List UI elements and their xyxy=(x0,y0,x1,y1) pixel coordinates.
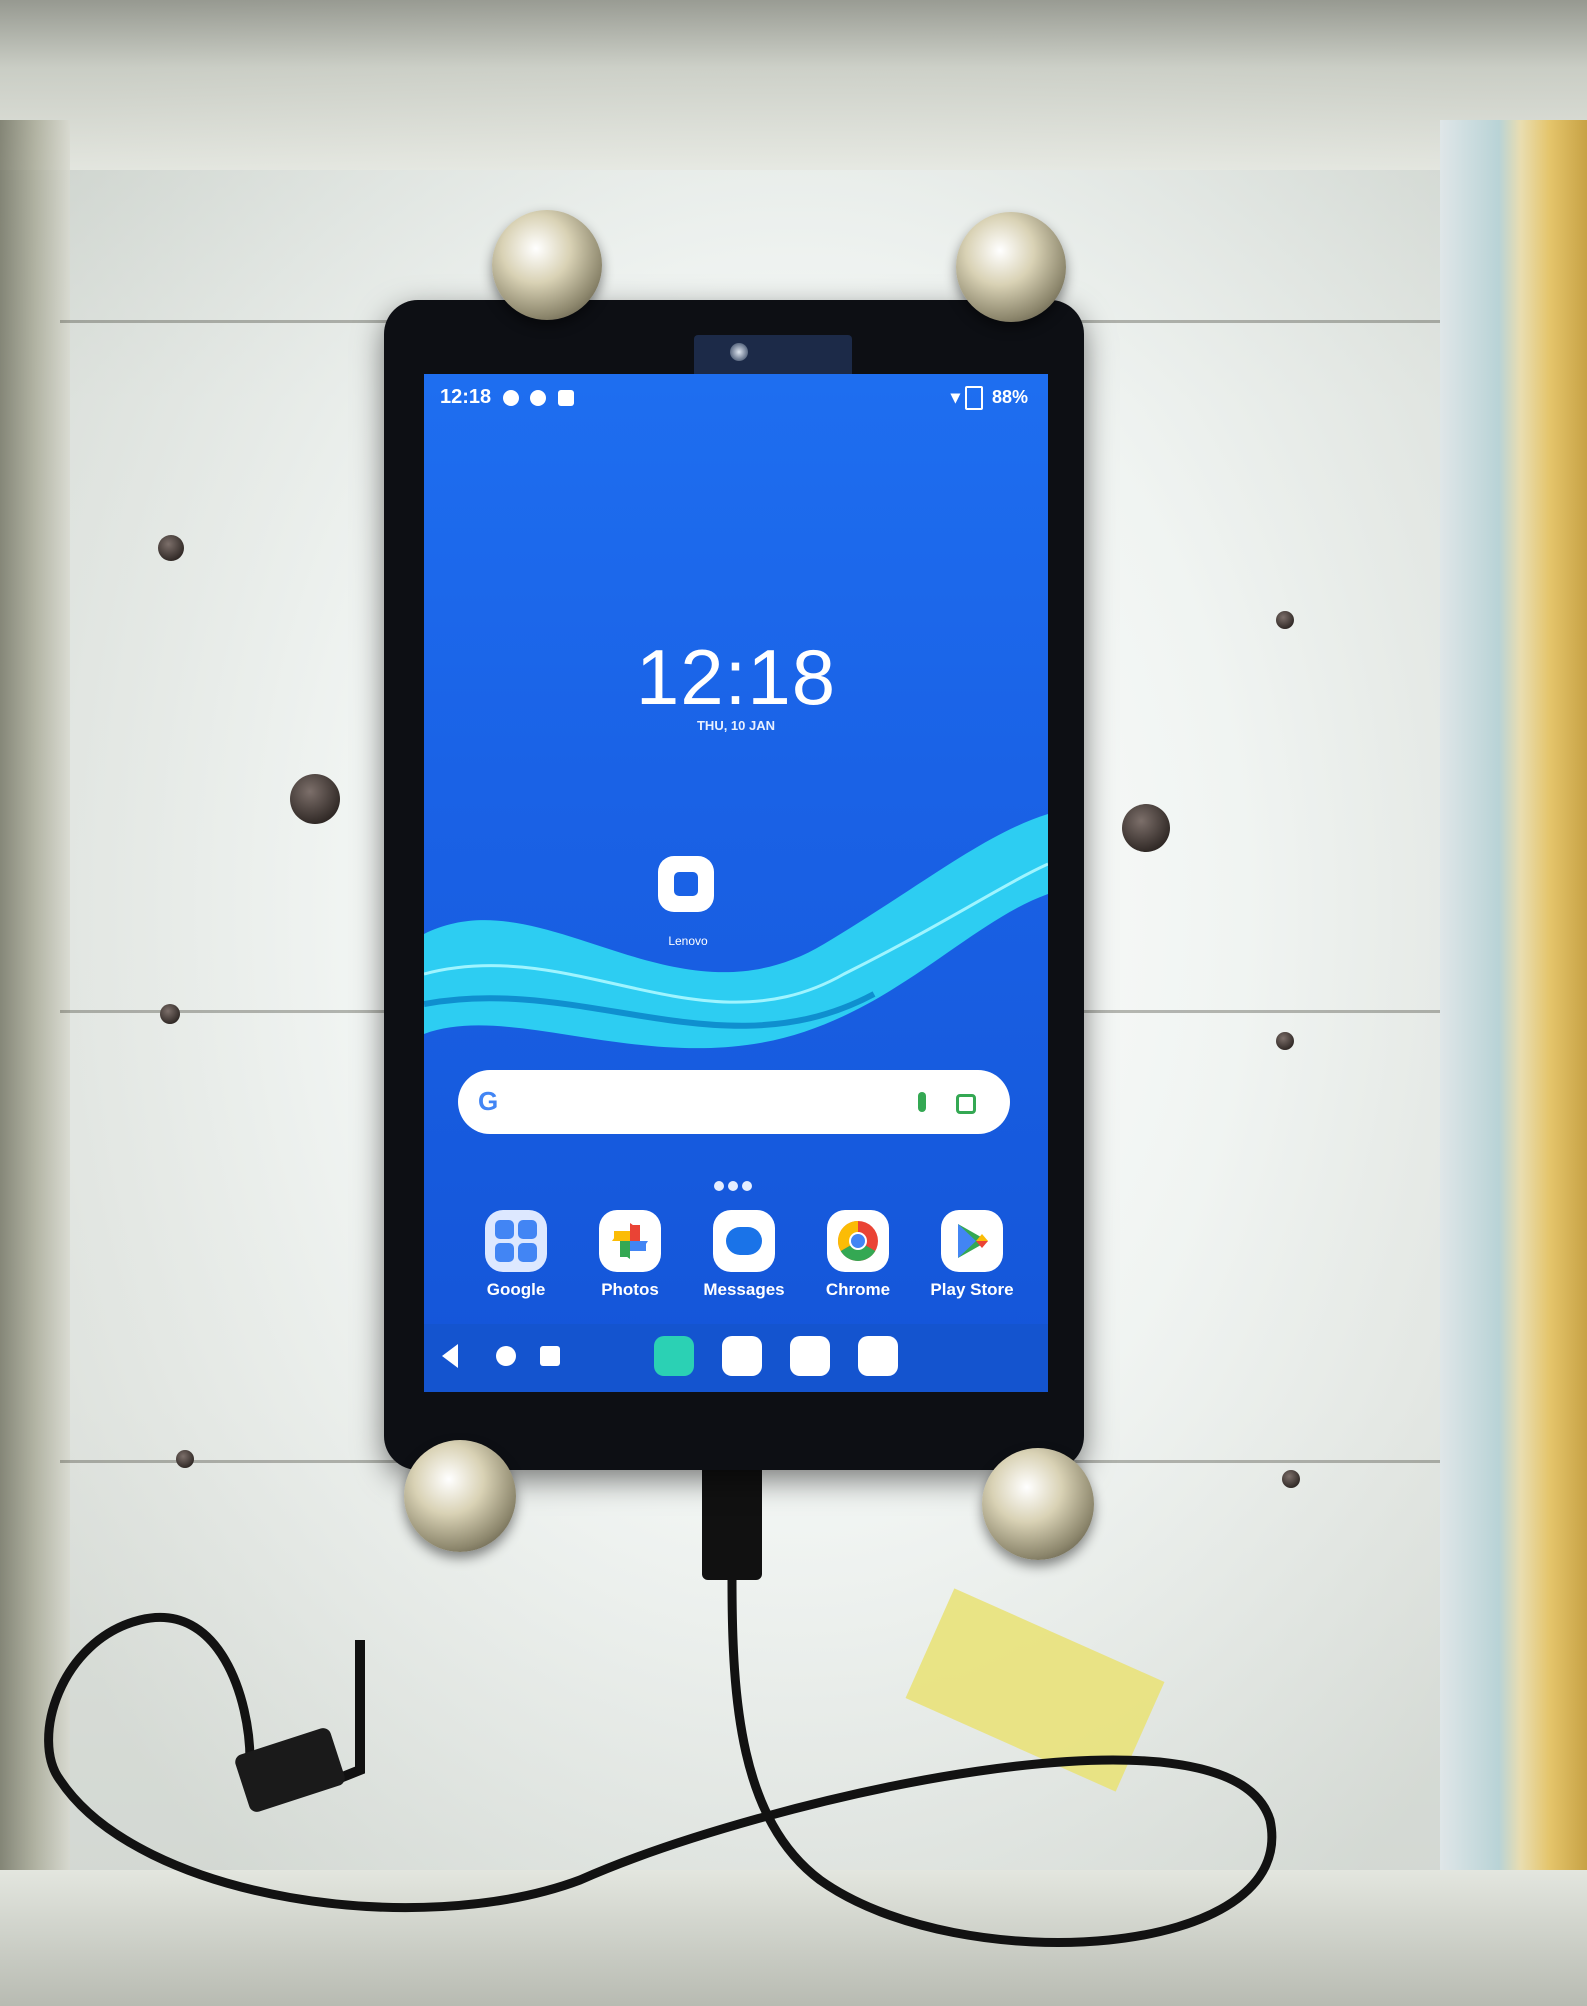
status-time: 12:18 xyxy=(440,386,492,408)
google-search-bar[interactable]: G xyxy=(458,1070,1010,1134)
dock-app-label: Photos xyxy=(601,1280,659,1299)
mic-icon[interactable] xyxy=(918,1092,926,1112)
notification-icon xyxy=(530,389,547,406)
dock-app-label: Messages xyxy=(703,1280,785,1299)
recents-icon[interactable] xyxy=(540,1346,560,1366)
google-folder-icon xyxy=(485,1210,547,1272)
dock-app-photos[interactable]: Photos xyxy=(580,1210,680,1300)
lens-icon[interactable] xyxy=(956,1094,976,1114)
battery-level: 88% xyxy=(991,386,1028,407)
notification-icon xyxy=(502,389,519,406)
chrome-glyph xyxy=(838,1221,878,1261)
dock-app-label: Chrome xyxy=(825,1280,891,1299)
mount-screw xyxy=(956,212,1066,322)
play-triangle-glyph xyxy=(958,1224,988,1258)
dock-app-label: Google xyxy=(486,1280,546,1299)
lockscreen-clock: 12:18 xyxy=(635,633,837,721)
dock-app-chrome[interactable]: Chrome xyxy=(808,1210,908,1300)
home-screen: 12:18 ▾ 88% 12:18 THU, 10 JAN Lenovo G G… xyxy=(424,374,1048,1392)
mount-screw xyxy=(492,210,602,320)
settings-icon[interactable] xyxy=(654,1336,694,1376)
dock-app-play-store[interactable]: Play Store xyxy=(922,1210,1022,1300)
play-store-icon xyxy=(941,1210,1003,1272)
notification-icon xyxy=(557,389,574,406)
app-icon[interactable] xyxy=(722,1336,762,1376)
photo-scene: 12:18 ▾ 88% 12:18 THU, 10 JAN Lenovo G G… xyxy=(0,0,1587,2006)
wifi-icon: ▾ xyxy=(950,386,960,407)
camera-icon[interactable] xyxy=(858,1336,898,1376)
folder-grid-icon xyxy=(495,1220,537,1262)
page-indicator xyxy=(714,1178,756,1196)
navigation-bar xyxy=(424,1324,1048,1392)
bubble-glyph xyxy=(726,1227,762,1255)
wallpaper-wave xyxy=(424,814,1048,1049)
back-icon[interactable] xyxy=(442,1344,458,1368)
chrome-icon xyxy=(827,1210,889,1272)
lockscreen-date: THU, 10 JAN xyxy=(696,718,776,733)
battery-icon xyxy=(964,386,983,410)
lenovo-bag-icon xyxy=(674,872,698,896)
app-dock: Google Photos Messages Chrome Play Store xyxy=(424,1210,1048,1320)
lenovo-app[interactable] xyxy=(658,856,714,912)
lenovo-app-label: Lenovo xyxy=(668,934,708,948)
home-icon[interactable] xyxy=(496,1346,516,1366)
pinwheel-glyph xyxy=(612,1223,648,1259)
mount-screw xyxy=(404,1440,516,1552)
photos-pinwheel-icon xyxy=(599,1210,661,1272)
gallery-icon[interactable] xyxy=(790,1336,830,1376)
camera-lens-icon xyxy=(730,343,748,361)
mount-screw xyxy=(982,1448,1094,1560)
status-bar-left: 12:18 xyxy=(440,386,574,409)
messages-bubble-icon xyxy=(713,1210,775,1272)
dock-app-messages[interactable]: Messages xyxy=(694,1210,794,1300)
dock-app-google[interactable]: Google xyxy=(466,1210,566,1300)
google-logo: G xyxy=(478,1086,499,1116)
dock-app-label: Play Store xyxy=(930,1280,1014,1299)
status-bar-right: ▾ 88% xyxy=(951,386,1028,410)
